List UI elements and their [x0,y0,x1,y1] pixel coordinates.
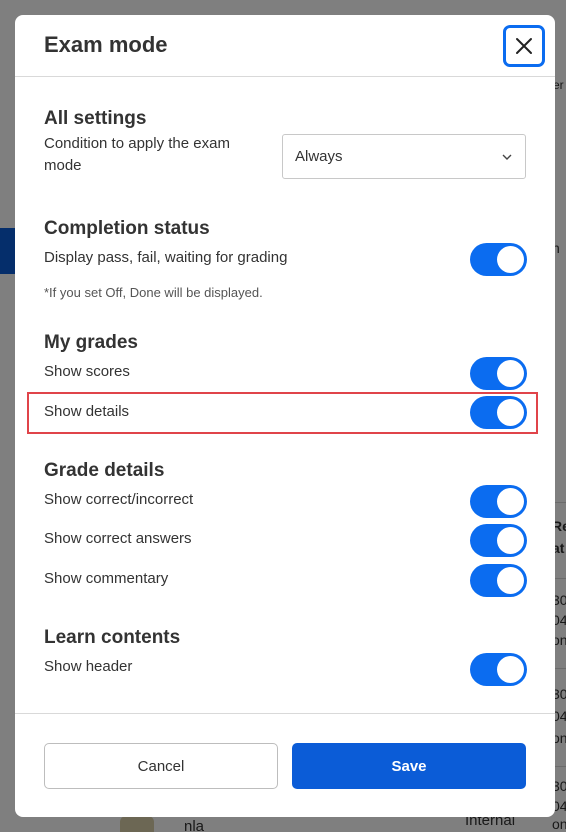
cancel-button[interactable]: Cancel [44,743,278,789]
toggle-knob [497,527,524,554]
toggle-knob [497,399,524,426]
toggle-knob [497,360,524,387]
close-button[interactable] [503,25,545,67]
show-commentary-label: Show commentary [44,570,169,587]
dialog-header: Exam mode [15,15,555,77]
show-correct-answers-toggle[interactable] [470,524,527,557]
dialog-footer: Cancel Save [15,713,555,817]
condition-select[interactable]: Always [282,134,526,179]
completion-status-title: Completion status [44,218,210,239]
show-header-toggle[interactable] [470,653,527,686]
learn-contents-title: Learn contents [44,627,181,648]
exam-mode-dialog: Exam mode All settings Condition to appl… [15,15,555,817]
show-details-label: Show details [44,403,130,420]
toggle-knob [497,488,524,515]
my-grades-title: My grades [44,332,138,353]
all-settings-title: All settings [44,108,147,129]
display-pass-fail-label: Display pass, fail, waiting for grading [44,249,288,266]
condition-select-value: Always [295,148,343,165]
dialog-title: Exam mode [44,32,168,57]
completion-note: *If you set Off, Done will be displayed. [44,285,263,300]
show-details-toggle[interactable] [470,396,527,429]
save-button[interactable]: Save [292,743,526,789]
close-icon [516,38,532,54]
chevron-down-icon [502,154,512,160]
toggle-knob [497,567,524,594]
condition-label: Condition to apply the exam mode [44,135,230,174]
grade-details-title: Grade details [44,460,165,481]
show-scores-label: Show scores [44,363,130,380]
toggle-knob [497,656,524,683]
show-correct-incorrect-label: Show correct/incorrect [44,491,194,508]
show-correct-answers-label: Show correct answers [44,530,192,547]
display-pass-fail-toggle[interactable] [470,243,527,276]
show-correct-incorrect-toggle[interactable] [470,485,527,518]
show-commentary-toggle[interactable] [470,564,527,597]
toggle-knob [497,246,524,273]
show-scores-toggle[interactable] [470,357,527,390]
show-header-label: Show header [44,658,133,675]
